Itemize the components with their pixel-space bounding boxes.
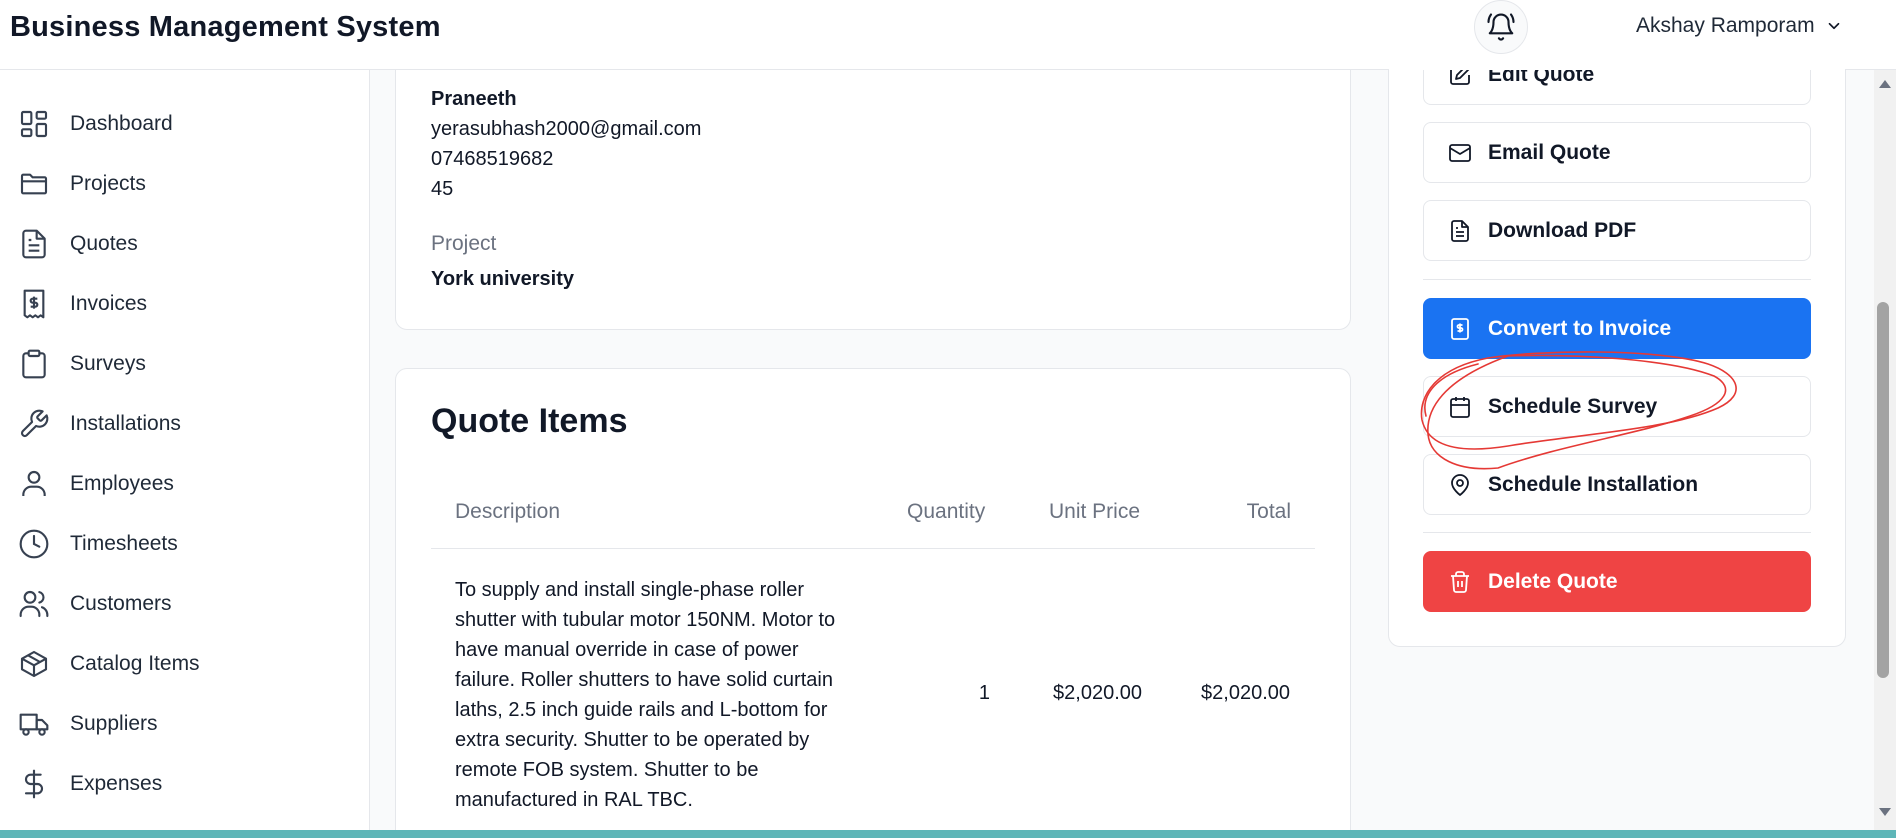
customer-address: 45 — [431, 178, 454, 200]
calendar-icon — [1450, 396, 1470, 418]
chevron-down-icon — [1828, 22, 1839, 30]
sidebar-item-label: Customers — [70, 592, 172, 615]
item-quantity: 1 — [978, 682, 990, 704]
bell-icon — [1487, 13, 1515, 41]
actions-divider — [1423, 532, 1811, 533]
convert-to-invoice-label: Convert to Invoice — [1488, 316, 1672, 340]
sidebar-item-suppliers[interactable]: Suppliers — [18, 702, 158, 746]
sidebar-item-quotes[interactable]: Quotes — [18, 222, 138, 266]
mail-icon — [1449, 143, 1471, 162]
folder-icon — [20, 173, 48, 195]
sidebar: Dashboard Projects Quotes Invoices Surve… — [0, 70, 370, 838]
dollar-icon — [24, 769, 43, 799]
sidebar-item-label: Suppliers — [70, 712, 158, 735]
window-bottom-edge — [0, 830, 1896, 838]
users-icon — [19, 590, 49, 618]
item-description: To supply and install single-phase rolle… — [455, 579, 836, 811]
sidebar-item-projects[interactable]: Projects — [18, 162, 146, 206]
wrench-icon — [20, 409, 49, 438]
sidebar-item-employees[interactable]: Employees — [18, 462, 174, 506]
sidebar-item-invoices[interactable]: Invoices — [18, 282, 147, 326]
sidebar-item-label: Invoices — [70, 292, 148, 315]
user-name: Akshay Ramporam — [1636, 14, 1815, 37]
edit-quote-label: Edit Quote — [1488, 70, 1595, 86]
convert-to-invoice-button[interactable]: Convert to Invoice — [1423, 298, 1811, 359]
customer-phone: 07468519682 — [431, 148, 554, 170]
truck-icon — [19, 713, 49, 736]
sidebar-item-customers[interactable]: Customers — [18, 582, 172, 626]
project-name: York university — [431, 268, 575, 290]
sidebar-item-catalog-items[interactable]: Catalog Items — [18, 642, 200, 686]
clock-icon — [19, 529, 49, 559]
project-label: Project — [431, 232, 497, 255]
receipt-icon — [23, 289, 45, 319]
sidebar-item-expenses[interactable]: Expenses — [18, 762, 162, 806]
delete-quote-button[interactable]: Delete Quote — [1423, 551, 1811, 612]
actions-divider — [1423, 279, 1811, 280]
delete-quote-label: Delete Quote — [1488, 569, 1618, 593]
sidebar-item-label: Dashboard — [70, 112, 173, 135]
sidebar-item-label: Projects — [70, 172, 146, 195]
schedule-installation-button[interactable]: Schedule Installation — [1423, 454, 1811, 515]
receipt-icon — [1451, 317, 1469, 340]
app-title-top: Business Management System — [10, 11, 441, 43]
column-header-total: Total — [1246, 500, 1291, 523]
map-pin-icon — [1451, 473, 1469, 496]
box-icon — [20, 650, 48, 678]
sidebar-item-label: Installations — [70, 412, 181, 435]
edit-icon — [1450, 70, 1470, 85]
download-pdf-label: Download PDF — [1488, 218, 1637, 242]
column-header-description: Description — [455, 500, 561, 523]
scrollbar-thumb[interactable] — [1877, 302, 1889, 678]
schedule-installation-label: Schedule Installation — [1488, 472, 1699, 496]
sidebar-item-label: Catalog Items — [70, 652, 200, 675]
sidebar-item-installations[interactable]: Installations — [18, 402, 181, 446]
document-icon — [22, 229, 46, 259]
quote-items-title: Quote Items — [431, 402, 628, 440]
sidebar-item-dashboard[interactable]: Dashboard — [18, 102, 173, 146]
file-text-icon — [1451, 219, 1469, 242]
user-menu-top[interactable]: Akshay Ramporam — [1636, 14, 1843, 38]
customer-name: Praneeth — [431, 88, 517, 110]
sidebar-item-label: Employees — [70, 472, 174, 495]
email-quote-button[interactable]: Email Quote — [1423, 122, 1811, 183]
edit-quote-clip: Edit Quote — [1423, 70, 1811, 105]
clipboard-icon — [22, 349, 46, 379]
sidebar-item-label: Quotes — [70, 232, 138, 255]
column-header-unit-price: Unit Price — [1049, 500, 1141, 523]
scroll-down-arrow-icon[interactable] — [1879, 808, 1891, 816]
notification-bell-button-top[interactable] — [1474, 0, 1528, 54]
dashboard-grid-icon — [20, 110, 48, 138]
customer-email[interactable]: yerasubhash2000@gmail.com — [431, 118, 701, 141]
trash-icon — [1451, 570, 1469, 593]
sidebar-item-surveys[interactable]: Surveys — [18, 342, 146, 386]
item-total: $2,020.00 — [1201, 682, 1290, 704]
item-unit-price: $2,020.00 — [1053, 682, 1142, 704]
schedule-survey-label: Schedule Survey — [1488, 394, 1658, 418]
download-pdf-button[interactable]: Download PDF — [1423, 200, 1811, 261]
sidebar-item-label: Surveys — [70, 352, 146, 375]
email-quote-label: Email Quote — [1488, 140, 1611, 164]
edit-quote-button[interactable]: Edit Quote — [1423, 70, 1811, 105]
sidebar-item-label: Expenses — [70, 772, 163, 795]
table-header-divider — [431, 548, 1315, 549]
user-icon — [22, 470, 46, 496]
column-header-quantity: Quantity — [907, 500, 986, 523]
schedule-survey-button[interactable]: Schedule Survey — [1423, 376, 1811, 437]
sidebar-item-timesheets[interactable]: Timesheets — [18, 522, 178, 566]
sidebar-item-label: Timesheets — [70, 532, 178, 555]
scroll-up-arrow-icon[interactable] — [1879, 80, 1891, 88]
app-root: Business Management System Akshay Rampor… — [0, 0, 1896, 838]
